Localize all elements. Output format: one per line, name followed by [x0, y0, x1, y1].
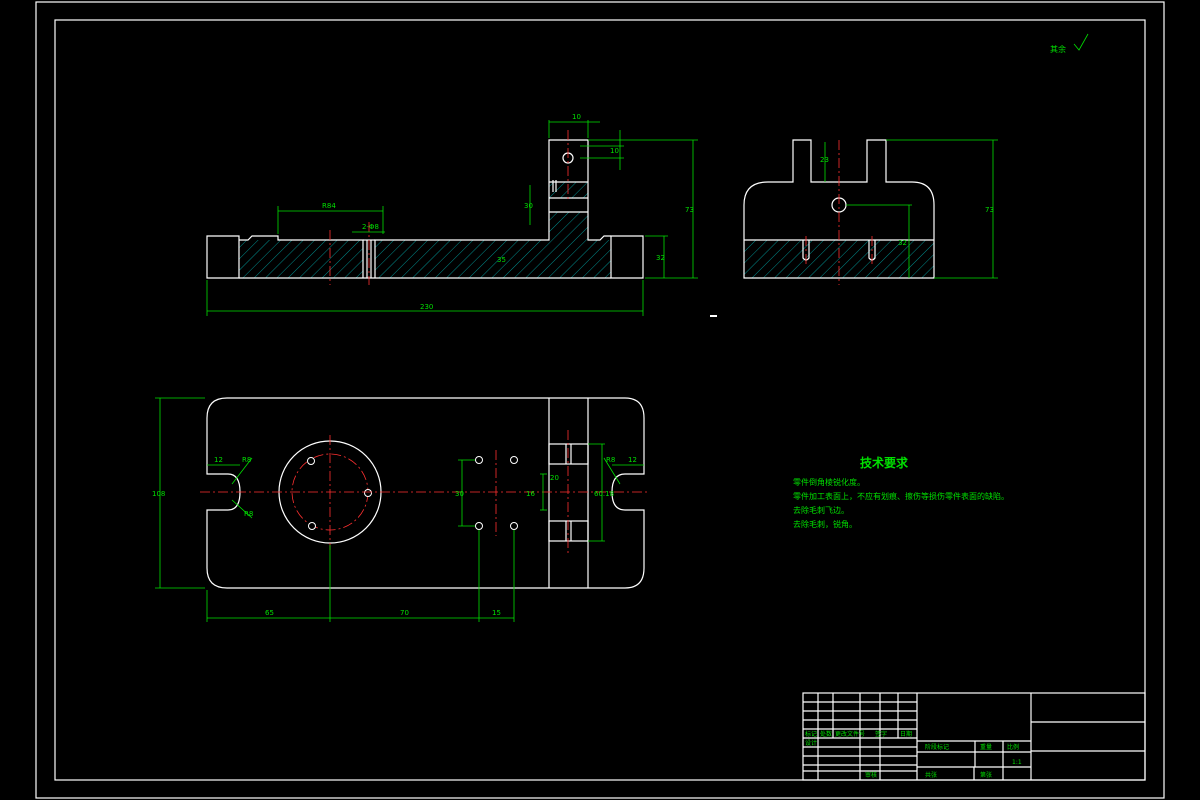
tech-requirements: 技术要求 零件倒角棱锐化度。 零件加工表面上，不应有划痕、擦伤等损伤零件表面的缺…	[793, 455, 1009, 529]
dim-web: 35	[497, 256, 506, 264]
top-dim-right-w: 12	[628, 456, 637, 464]
tb-docno: 更改文件号	[835, 730, 865, 738]
tech-item: 去除毛刺飞边。	[793, 505, 849, 515]
tb-stage: 阶段标记	[925, 743, 949, 751]
tb-scale-value: 1:1	[1012, 759, 1022, 766]
front-view: 230 R84 2-Φ8 73 32 10 10 30 35	[206, 113, 698, 316]
tb-sheet: 第张	[980, 771, 992, 779]
top-dim-x1: 65	[265, 609, 274, 617]
tb-mark: 标记	[805, 730, 817, 738]
top-dim-x2: 70	[400, 609, 409, 617]
surface-finish-label: 其余	[1050, 44, 1066, 54]
top-dim-right-r: R8	[606, 456, 615, 464]
top-dim-x3: 15	[492, 609, 501, 617]
tech-item: 零件加工表面上，不应有划痕、擦伤等损伤零件表面的缺陷。	[793, 491, 1009, 501]
tb-sign: 签字	[875, 730, 887, 738]
dim-height: 73	[685, 206, 694, 214]
title-block: 标记 处数 更改文件号 签字 日期 设计 审核 阶段标记 重量 比例 1:1 共…	[802, 692, 1146, 781]
cad-drawing: 其余 230 R84 2-Φ8 73 32 10 10 30 35 73 23 …	[35, 1, 1165, 799]
tb-count: 处数	[820, 730, 832, 738]
top-dim-bolt-span: 20	[550, 474, 559, 482]
tb-total: 共张	[925, 771, 937, 779]
tb-weight: 重量	[980, 743, 992, 751]
outer-frame	[35, 1, 1165, 799]
dim-overall-length: 230	[420, 303, 433, 311]
tech-item: 零件倒角棱锐化度。	[793, 477, 865, 487]
tb-date: 日期	[900, 730, 912, 738]
tb-scale: 比例	[1007, 743, 1019, 751]
mark	[710, 315, 717, 317]
side-dim-mid: 32	[898, 239, 907, 247]
inner-frame	[54, 19, 1146, 781]
tech-item: 去除毛刺，锐角。	[793, 519, 857, 529]
tech-title: 技术要求	[860, 455, 909, 470]
top-view: 108 65 70 15 30 16 60.18 12 R8 R8 12 R8 …	[152, 397, 650, 622]
side-dim-height: 73	[985, 206, 994, 214]
top-dim-left-w: 12	[214, 456, 223, 464]
dim-mid: 30	[524, 202, 533, 210]
side-view: 73 23 32	[743, 139, 998, 285]
dim-top-w: 10	[572, 113, 581, 121]
dim-slot-length: R84	[322, 202, 336, 210]
tb-design: 设计	[805, 739, 817, 747]
top-dim-left-r: R8	[242, 456, 251, 464]
tb-review: 审核	[865, 771, 877, 779]
dim-base-h: 32	[656, 254, 665, 262]
dim-top-hole: 10	[610, 147, 619, 155]
top-dim-left-phi: R8	[244, 510, 253, 518]
surface-finish-symbol: 其余	[1050, 33, 1089, 54]
side-dim-slot: 23	[820, 156, 829, 164]
dim-slot-width: 2-Φ8	[362, 223, 379, 231]
top-dim-height: 108	[152, 490, 165, 498]
top-dim-mid-h: 16	[526, 490, 535, 498]
top-dim-right-phi: 60.18	[594, 490, 614, 498]
top-dim-center-h: 30	[455, 490, 464, 498]
